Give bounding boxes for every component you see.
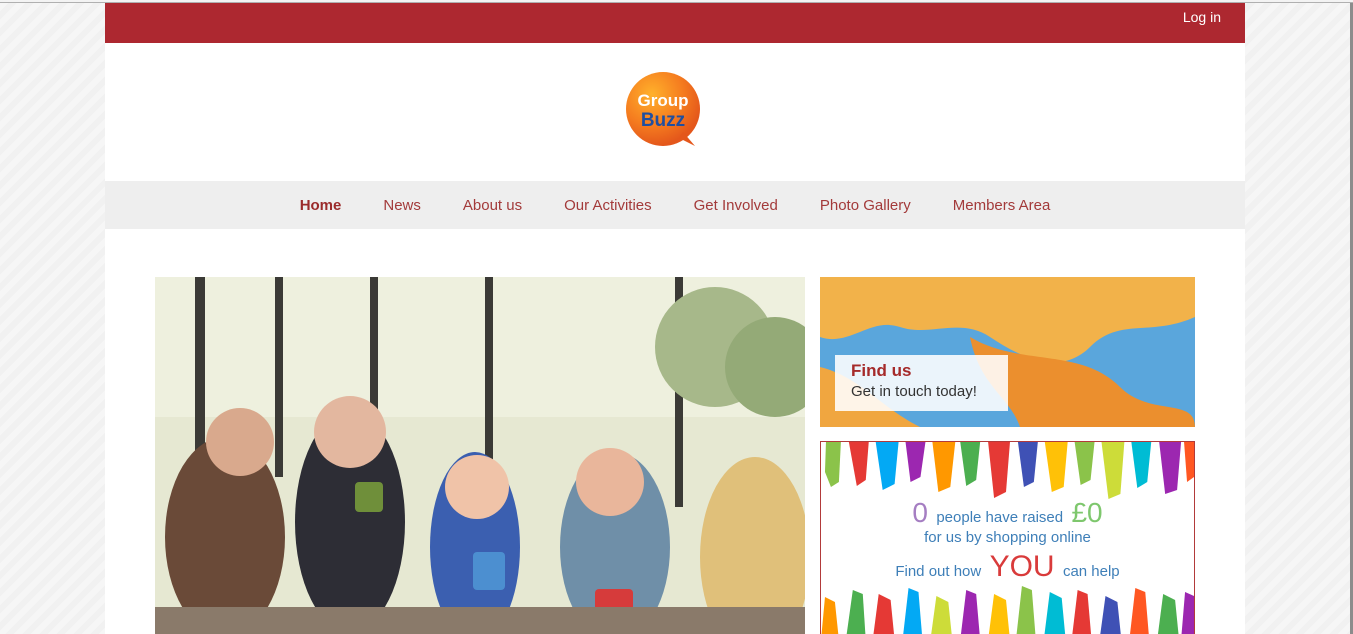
supporter-count: 0 — [912, 497, 928, 528]
logo-line1: Group — [638, 91, 689, 110]
shopping-text: for us by shopping online — [924, 529, 1091, 546]
brand-header: Group Buzz — [105, 43, 1245, 181]
nav-item-photo-gallery[interactable]: Photo Gallery — [799, 197, 932, 214]
main-nav: Home News About us Our Activities Get In… — [105, 181, 1245, 229]
raised-amount: £0 — [1071, 497, 1103, 528]
nav-item-our-activities[interactable]: Our Activities — [543, 197, 673, 214]
find-us-title: Find us — [851, 361, 912, 380]
find-out-text: Find out how — [895, 563, 982, 580]
find-us-panel[interactable]: Find us Get in touch today! — [820, 277, 1195, 427]
hero-photo — [155, 277, 805, 634]
hero-photo-illustration — [155, 277, 805, 634]
group-buzz-logo[interactable]: Group Buzz — [625, 70, 702, 150]
nav-item-home[interactable]: Home — [279, 197, 363, 214]
raised-label: people have raised — [936, 509, 1064, 526]
logo-line2: Buzz — [641, 110, 685, 131]
fundraising-panel[interactable]: 0 people have raised £0 for us by shoppi… — [820, 441, 1195, 634]
nav-item-about-us[interactable]: About us — [442, 197, 543, 214]
nav-item-get-involved[interactable]: Get Involved — [673, 197, 799, 214]
you-text: YOU — [989, 550, 1055, 583]
can-help-text: can help — [1062, 563, 1120, 580]
site-container: Log in Group Buzz Home News About us Our… — [105, 3, 1245, 634]
login-link[interactable]: Log in — [1183, 9, 1221, 25]
hands-decoration-bottom — [821, 586, 1194, 634]
fundraising-text: 0 people have raised £0 for us by shoppi… — [821, 497, 1194, 584]
nav-item-members-area[interactable]: Members Area — [932, 197, 1072, 214]
top-bar: Log in — [105, 3, 1245, 43]
find-us-card: Find us Get in touch today! — [835, 355, 1008, 411]
find-us-subtitle: Get in touch today! — [851, 383, 977, 400]
hands-decoration-top — [824, 442, 1194, 499]
nav-item-news[interactable]: News — [362, 197, 442, 214]
main-content: Find us Get in touch today! 0 people hav… — [105, 229, 1245, 634]
